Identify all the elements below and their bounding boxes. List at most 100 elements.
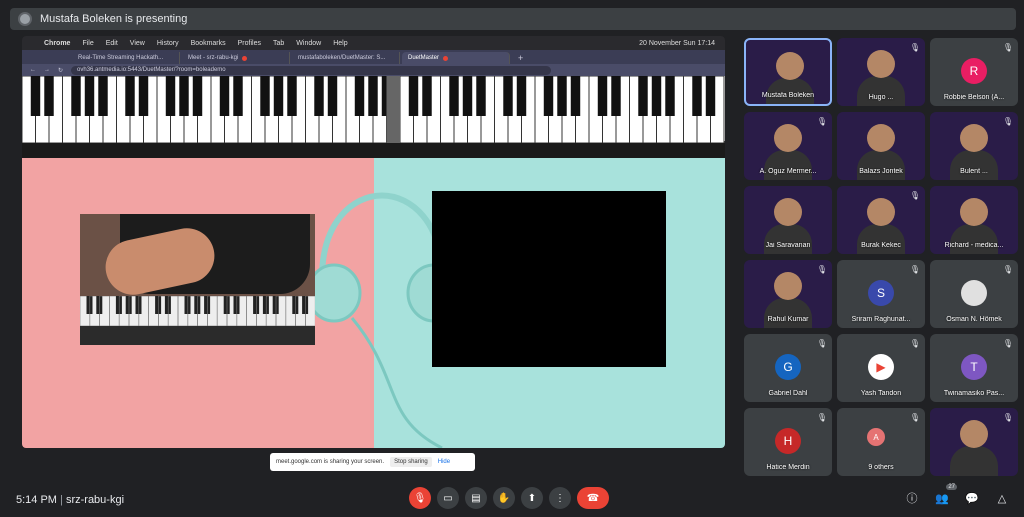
participant-face (960, 420, 988, 448)
raise-hand-button[interactable]: ✋ (493, 487, 515, 509)
participant-tile[interactable]: Balazs Jontek (837, 112, 925, 180)
participant-logo-avatar: ▶ (868, 354, 894, 380)
black-key (476, 76, 486, 116)
participant-tile[interactable]: G 🎙 Gabriel Dahl (744, 334, 832, 402)
menu-view: View (129, 39, 145, 47)
piano-keys-svg (22, 75, 725, 144)
participant-tile[interactable]: 🎙 Rahul Kumar (744, 260, 832, 328)
activities-icon: △ (997, 492, 1007, 505)
meeting-details-button[interactable]: ⓘ (904, 490, 920, 506)
participant-tile[interactable]: 🎙 Burak Kekec (837, 186, 925, 254)
back-icon: ← (30, 67, 36, 73)
participant-tile[interactable]: 🎙 (930, 408, 1018, 476)
people-icon: 👥 (935, 492, 949, 505)
black-key (219, 76, 230, 116)
browser-tab: Meet - srz-rabu-kgi (182, 52, 290, 64)
mic-muted-icon: 🎙 (909, 339, 920, 348)
black-key (651, 76, 662, 116)
black-key (543, 76, 554, 116)
meeting-time-and-code: 5:14 PM | srz-rabu-kgi (16, 494, 125, 506)
participant-face (960, 198, 988, 226)
mic-muted-icon: 🎙 (909, 413, 920, 422)
participant-body (950, 446, 998, 476)
mic-muted-icon: 🎙 (816, 265, 827, 274)
mic-muted-icon: 🎙 (816, 413, 827, 422)
url-field: ovh36.antmedia.io:5443/DuetMaster/?room=… (71, 65, 552, 75)
participant-body (764, 224, 812, 254)
new-tab-icon: + (518, 53, 524, 63)
participant-body (764, 298, 812, 328)
shared-screen: Chrome File Edit View History Bookmarks … (22, 36, 725, 448)
participant-name: Hatice Merdin (766, 464, 810, 471)
black-key (597, 76, 608, 116)
recording-dot-icon (443, 55, 449, 61)
participant-tile[interactable]: S 🎙 Sriram Raghunat... (837, 260, 925, 328)
video-black-key (164, 296, 171, 314)
bottom-toolbar: 5:14 PM | srz-rabu-kgi 🎙 ▭ ▤ ✋ ⬆ ⋮ ☎ ⓘ 👥… (0, 484, 1024, 517)
menubar-app-name: Chrome (44, 39, 71, 47)
participant-name: Jai Saravanan (765, 242, 811, 249)
black-key (125, 76, 135, 116)
browser-tab-active: DuetMaster (402, 52, 510, 64)
participant-name: Sriram Raghunat... (851, 316, 911, 323)
hide-button[interactable]: Hide (438, 459, 450, 465)
participant-photo-avatar (961, 280, 987, 306)
present-icon: ⬆ (527, 492, 537, 504)
participant-tile[interactable]: 🎙 Osman N. Hömek (930, 260, 1018, 328)
participant-tile[interactable]: A 🎙 9 others (837, 408, 925, 476)
black-key (260, 76, 270, 116)
black-key (570, 76, 581, 116)
leave-call-button[interactable]: ☎ (577, 487, 609, 509)
mic-muted-icon: 🎙 (816, 339, 827, 348)
menu-edit: Edit (105, 39, 118, 47)
presenter-avatar (18, 12, 32, 26)
participant-initial-avatar: S (868, 280, 894, 306)
recording-dot-icon (242, 55, 248, 61)
participant-grid: Mustafa Boleken 🎙 Hugo ... R 🎙 Robbie Belson … (744, 38, 1020, 480)
captions-icon: ▤ (471, 492, 481, 504)
mic-muted-icon: 🎙 (909, 265, 920, 274)
participant-tile[interactable]: 🎙 Bulent ... (930, 112, 1018, 180)
black-key (98, 76, 108, 116)
black-key (449, 76, 459, 116)
mic-off-button[interactable]: 🎙 (409, 487, 431, 509)
hand-icon: ✋ (497, 492, 511, 504)
browser-address-bar: ← → ↻ ovh36.antmedia.io:5443/DuetMaster/?r… (22, 64, 725, 76)
participant-tile[interactable]: Jai Saravanan (744, 186, 832, 254)
local-video (80, 214, 315, 345)
reload-icon: ↻ (58, 67, 64, 74)
black-key (233, 76, 243, 116)
present-button[interactable]: ⬆ (521, 487, 543, 509)
people-button[interactable]: 👥 27 (934, 484, 957, 506)
participant-tile[interactable]: Richard - medica... (930, 186, 1018, 254)
black-key (638, 76, 648, 116)
stop-sharing-button[interactable]: Stop sharing (390, 457, 432, 467)
chat-button[interactable]: 💬 (964, 490, 980, 506)
participant-tile[interactable]: ▶ 🎙 Yash Tandon (837, 334, 925, 402)
participant-tile[interactable]: R 🎙 Robbie Belson (A... (930, 38, 1018, 106)
participant-name: 9 others (868, 464, 894, 471)
participant-body (950, 150, 998, 180)
more-options-button[interactable]: ⋮ (549, 487, 571, 509)
captions-button[interactable]: ▤ (465, 487, 487, 509)
black-key (179, 76, 189, 116)
participant-tile[interactable]: H 🎙 Hatice Merdin (744, 408, 832, 476)
black-key (314, 76, 324, 116)
participant-tile[interactable]: T 🎙 Twinamasiko Pas... (930, 334, 1018, 402)
participant-tile[interactable]: 🎙 Hugo ... (837, 38, 925, 106)
video-black-key (125, 296, 132, 314)
black-key (192, 76, 203, 116)
browser-tab: Real-Time Streaming Hackath... (72, 52, 180, 64)
menubar-clock: 20 November Sun 17:14 (639, 39, 715, 47)
mic-off-icon: 🎙 (413, 492, 427, 504)
menu-tab: Tab (272, 39, 285, 47)
participant-name: Rahul Kumar (767, 316, 809, 323)
camera-button[interactable]: ▭ (437, 487, 459, 509)
activities-button[interactable]: △ (994, 490, 1010, 506)
pressed-key (386, 76, 400, 143)
participant-initial-avatar: R (961, 58, 987, 84)
participant-name: Balazs Jontek (859, 168, 903, 175)
participant-tile[interactable]: 🎙 A. Oguz Mermer... (744, 112, 832, 180)
participant-tile[interactable]: Mustafa Boleken (744, 38, 832, 106)
video-black-key (184, 296, 191, 314)
